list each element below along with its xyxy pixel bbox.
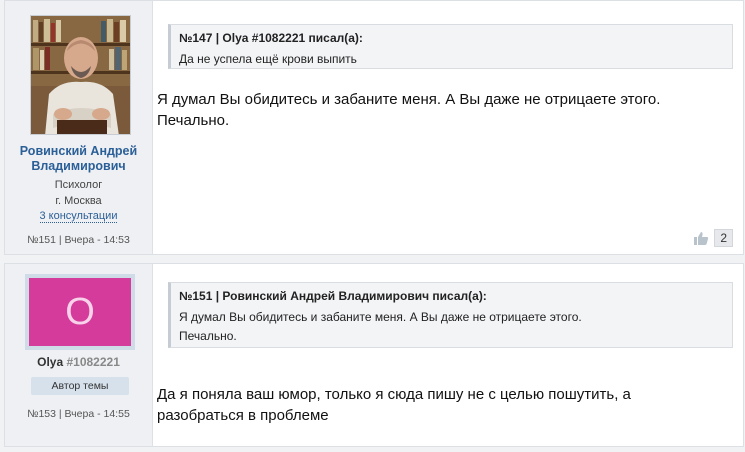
avatar[interactable] [30,15,131,135]
post-body: Да я поняла ваш юмор, только я сюда пишу… [157,384,703,426]
quote-block: №151 | Ровинский Андрей Владимирович пис… [168,282,733,348]
quote-text: Я думал Вы обидитесь и забаните меня. А … [179,310,582,324]
post-author-sidebar: O Olya #1082221 Автор темы №153 | Вчера … [5,264,153,446]
quote-text: Да не успела ещё крови выпить [179,52,357,66]
quote-block: №147 | Olya #1082221 писал(а): Да не усп… [168,24,733,69]
forum-post: Ровинский Андрей Владимирович Психолог г… [4,0,744,255]
author-city: г. Москва [55,195,102,207]
author-role: Психолог [54,179,103,191]
post-author-sidebar: Ровинский Андрей Владимирович Психолог г… [5,1,153,254]
thumbs-up-icon[interactable] [693,231,709,246]
author-name-line: Olya #1082221 [5,355,152,369]
topic-author-badge: Автор темы [31,377,129,395]
consultations-link[interactable]: 3 консультации [5,210,152,223]
post-body: Я думал Вы обидитесь и забаните меня. А … [157,89,703,131]
consultations-label[interactable]: 3 консультации [39,210,118,223]
quote-header[interactable]: №147 | Olya #1082221 писал(а): [179,31,724,45]
quote-header[interactable]: №151 | Ровинский Андрей Владимирович пис… [179,289,724,303]
post-number-time[interactable]: №151 | Вчера - 14:53 [5,234,152,246]
post-body-line: Я думал Вы обидитесь и забаните меня. А … [157,91,661,108]
quote-text: Печально. [179,329,237,343]
author-user-id[interactable]: #1082221 [66,355,119,369]
person-photo-icon [31,16,130,134]
author-name-link[interactable]: Olya [37,355,63,369]
like-control[interactable]: 2 [693,229,733,247]
like-count: 2 [714,229,733,247]
avatar[interactable]: O [25,274,135,350]
post-body-line: Да я поняла ваш юмор, только я сюда пишу… [157,386,631,403]
author-name-link[interactable]: Ровинский Андрей Владимирович [11,144,146,174]
post-body-line: Печально. [157,112,230,129]
post-body-line: разобраться в проблеме [157,407,329,424]
forum-post: O Olya #1082221 Автор темы №153 | Вчера … [4,263,744,447]
avatar-letter: O [29,278,131,346]
post-number-time[interactable]: №153 | Вчера - 14:55 [5,408,152,420]
